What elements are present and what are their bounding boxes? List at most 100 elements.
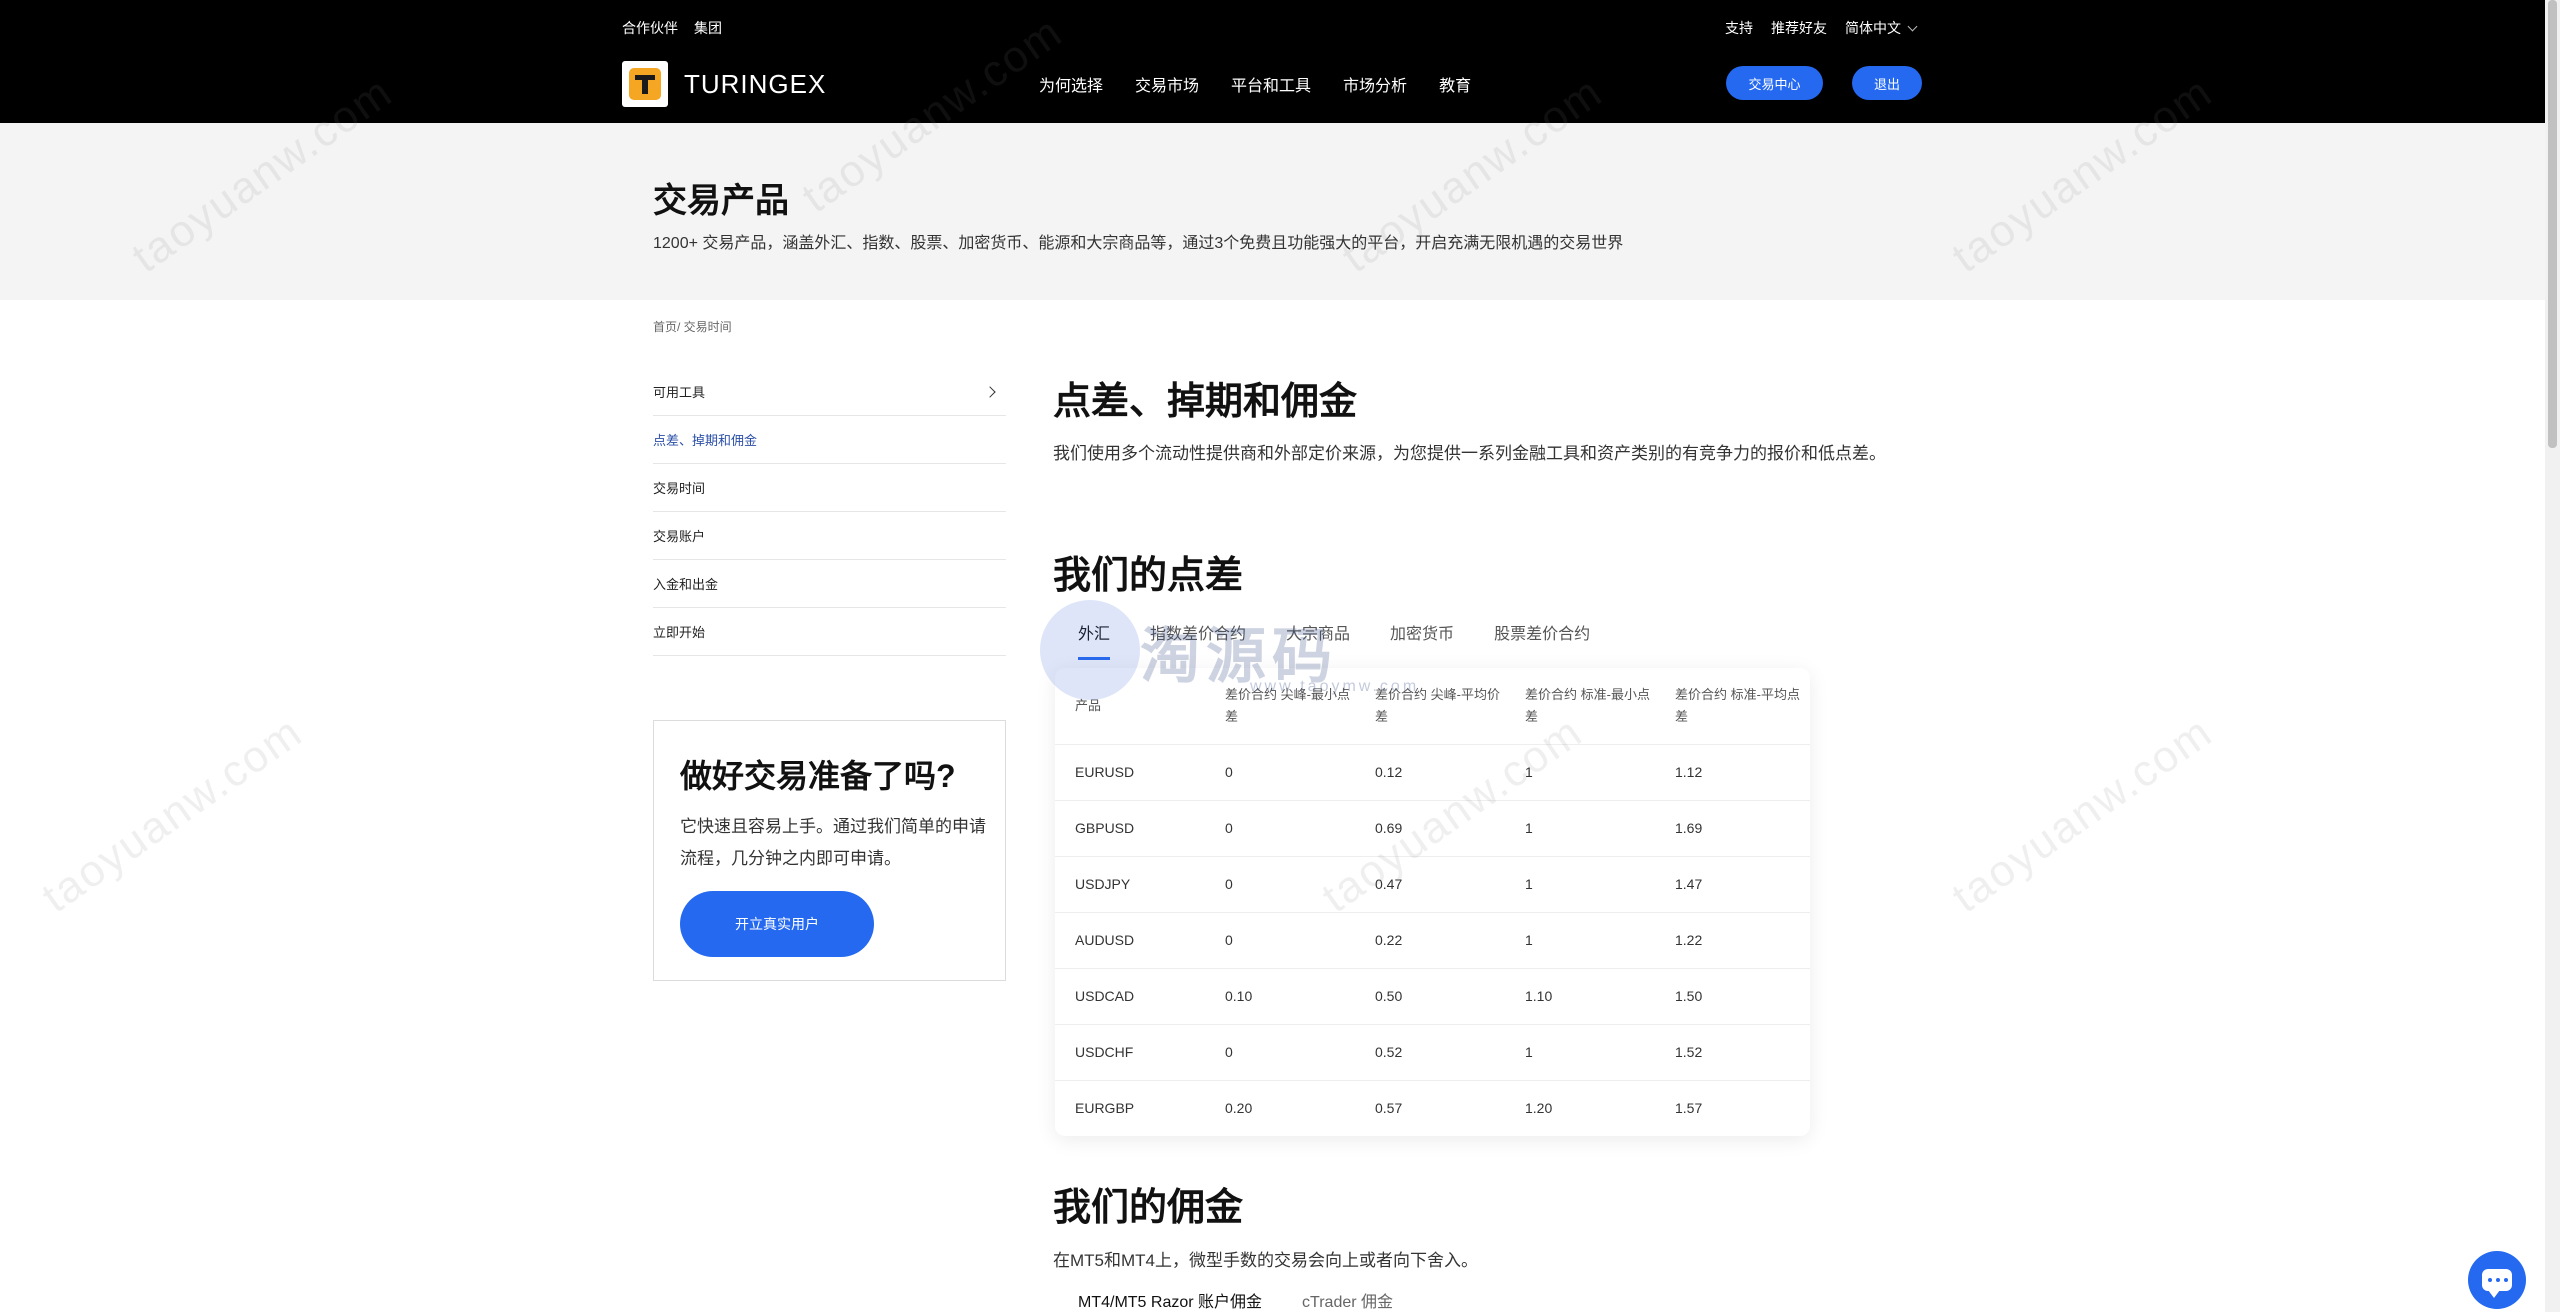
table-cell: 0: [1205, 1023, 1355, 1080]
table-cell: 0.12: [1355, 743, 1505, 800]
table-cell: 1.10: [1505, 967, 1655, 1024]
scrollbar[interactable]: [2545, 0, 2560, 1312]
table-cell: 0.50: [1355, 967, 1505, 1024]
logo-text: TURINGEX: [684, 68, 827, 99]
language-label: 简体中文: [1845, 20, 1901, 36]
sidebar-item-label: 入金和出金: [653, 577, 719, 592]
sidebar-item-accounts[interactable]: 交易账户: [653, 512, 1006, 560]
tab-stock-cfd[interactable]: 股票差价合约: [1494, 620, 1590, 656]
table-header-row: 产品 差价合约 尖峰-最小点差 差价合约 尖峰-平均价差 差价合约 标准-最小点…: [1055, 668, 1810, 744]
table-cell: 1.20: [1505, 1079, 1655, 1136]
nav-platforms[interactable]: 平台和工具: [1231, 72, 1311, 96]
table-cell: 0.10: [1205, 967, 1355, 1024]
table-cell: 1: [1505, 911, 1655, 968]
table-cell: USDCAD: [1055, 967, 1205, 1024]
table-cell: EURGBP: [1055, 1079, 1205, 1136]
main-nav: 为何选择 交易市场 平台和工具 市场分析 教育: [1039, 72, 1471, 96]
tab-commodities[interactable]: 大宗商品: [1286, 620, 1350, 656]
nav-markets[interactable]: 交易市场: [1135, 72, 1199, 96]
watermark: taoyuanw.com: [33, 706, 312, 923]
table-cell: 1: [1505, 855, 1655, 912]
tab-razor-commission[interactable]: MT4/MT5 Razor 账户佣金: [1078, 1288, 1262, 1312]
scrollbar-thumb[interactable]: [2548, 0, 2557, 448]
top-right-links: 支持 推荐好友 简体中文: [1725, 18, 1918, 38]
spreads-table-card: 产品 差价合约 尖峰-最小点差 差价合约 尖峰-平均价差 差价合约 标准-最小点…: [1055, 668, 1810, 1136]
sidebar-item-label: 立即开始: [653, 625, 706, 640]
open-account-button[interactable]: 开立真实用户: [680, 891, 874, 957]
tab-index-cfd[interactable]: 指数差价合约: [1150, 620, 1246, 656]
table-cell: 0.20: [1205, 1079, 1355, 1136]
chevron-down-icon: [1907, 21, 1918, 31]
tab-ctrader-commission[interactable]: cTrader 佣金: [1302, 1288, 1393, 1312]
support-link[interactable]: 支持: [1725, 18, 1753, 38]
table-cell: EURUSD: [1055, 743, 1205, 800]
nav-analysis[interactable]: 市场分析: [1343, 72, 1407, 96]
sidebar-item-get-started[interactable]: 立即开始: [653, 608, 1006, 656]
table-cell: 0: [1205, 799, 1355, 856]
chat-button[interactable]: [2468, 1251, 2526, 1309]
tab-forex[interactable]: 外汇: [1078, 620, 1111, 660]
sidebar-item-trading-hours[interactable]: 交易时间: [653, 464, 1006, 512]
nav-education[interactable]: 教育: [1439, 72, 1471, 96]
column-header: 差价合约 尖峰-最小点差: [1225, 686, 1350, 724]
spreads-title: 我们的点差: [1053, 555, 1244, 597]
logo-icon: [622, 61, 668, 107]
chat-bubble-icon: [2482, 1269, 2512, 1298]
table-cell: 1.69: [1655, 799, 1810, 856]
table-cell: 0.22: [1355, 911, 1505, 968]
table-cell: 1.52: [1655, 1023, 1810, 1080]
table-cell: 0: [1205, 855, 1355, 912]
top-left-links: 合作伙伴 集团: [622, 18, 722, 38]
table-cell: USDJPY: [1055, 855, 1205, 912]
page-subtitle: 1200+ 交易产品，涵盖外汇、指数、股票、加密货币、能源和大宗商品等，通过3个…: [653, 235, 1624, 252]
chevron-right-icon: [984, 385, 996, 398]
sidebar-item-label: 点差、掉期和佣金: [653, 433, 758, 448]
table-cell: 1.57: [1655, 1079, 1810, 1136]
refer-friend-link[interactable]: 推荐好友: [1771, 18, 1827, 38]
cta-title: 做好交易准备了吗?: [680, 758, 956, 794]
cta-card: 做好交易准备了吗? 它快速且容易上手。通过我们简单的申请流程，几分钟之内即可申请…: [653, 720, 1006, 981]
hero-banner: 交易产品 1200+ 交易产品，涵盖外汇、指数、股票、加密货币、能源和大宗商品等…: [0, 123, 2545, 300]
logo[interactable]: TURINGEX: [622, 61, 826, 107]
column-header: 差价合约 标准-最小点差: [1525, 686, 1650, 724]
partners-link[interactable]: 合作伙伴: [622, 18, 678, 38]
column-header: 产品: [1075, 697, 1102, 713]
table-cell: GBPUSD: [1055, 799, 1205, 856]
section-title: 点差、掉期和佣金: [1053, 381, 1358, 423]
trade-center-button[interactable]: 交易中心: [1726, 66, 1823, 100]
table-row: EURGBP 0.20 0.57 1.20 1.57: [1055, 1079, 1810, 1136]
table-cell: 1.50: [1655, 967, 1810, 1024]
table-cell: 1: [1505, 1023, 1655, 1080]
spread-tabs: 外汇 指数差价合约 大宗商品 加密货币 股票差价合约: [1078, 620, 1590, 660]
table-row: USDJPY 0 0.47 1 1.47: [1055, 855, 1810, 912]
spreads-table: 产品 差价合约 尖峰-最小点差 差价合约 尖峰-平均价差 差价合约 标准-最小点…: [1055, 668, 1810, 1136]
table-cell: 1: [1505, 743, 1655, 800]
table-cell: 0.57: [1355, 1079, 1505, 1136]
section-intro: 我们使用多个流动性提供商和外部定价来源，为您提供一系列金融工具和资产类别的有竞争…: [1053, 444, 1886, 463]
sidebar-nav: 可用工具 点差、掉期和佣金 交易时间 交易账户 入金和出金 立即开始: [653, 368, 1006, 656]
logout-button[interactable]: 退出: [1852, 66, 1922, 100]
commission-tabs: MT4/MT5 Razor 账户佣金 cTrader 佣金: [1078, 1288, 1393, 1312]
page-title: 交易产品: [653, 182, 789, 220]
table-cell: 0.69: [1355, 799, 1505, 856]
site-header: 合作伙伴 集团 支持 推荐好友 简体中文 TURINGEX 为何选择 交易市场 …: [0, 0, 2545, 123]
tab-crypto[interactable]: 加密货币: [1390, 620, 1454, 656]
table-cell: USDCHF: [1055, 1023, 1205, 1080]
watermark: taoyuanw.com: [1943, 706, 2222, 923]
group-link[interactable]: 集团: [694, 18, 722, 38]
main-content: 点差、掉期和佣金: [1053, 370, 1893, 425]
sidebar-item-label: 交易时间: [653, 481, 706, 496]
nav-why-choose[interactable]: 为何选择: [1039, 72, 1103, 96]
sidebar-item-deposit-withdraw[interactable]: 入金和出金: [653, 560, 1006, 608]
table-row: EURUSD 0 0.12 1 1.12: [1055, 743, 1810, 800]
table-row: USDCHF 0 0.52 1 1.52: [1055, 1023, 1810, 1080]
cta-text: 它快速且容易上手。通过我们简单的申请流程，几分钟之内即可申请。: [680, 817, 986, 868]
table-cell: 0.47: [1355, 855, 1505, 912]
sidebar-item-tools[interactable]: 可用工具: [653, 368, 1006, 416]
column-header: 差价合约 尖峰-平均价差: [1375, 686, 1500, 724]
breadcrumb[interactable]: 首页/ 交易时间: [653, 318, 732, 335]
table-cell: 1: [1505, 799, 1655, 856]
language-selector[interactable]: 简体中文: [1845, 18, 1918, 38]
sidebar-item-spreads[interactable]: 点差、掉期和佣金: [653, 416, 1006, 464]
table-cell: 1.22: [1655, 911, 1810, 968]
